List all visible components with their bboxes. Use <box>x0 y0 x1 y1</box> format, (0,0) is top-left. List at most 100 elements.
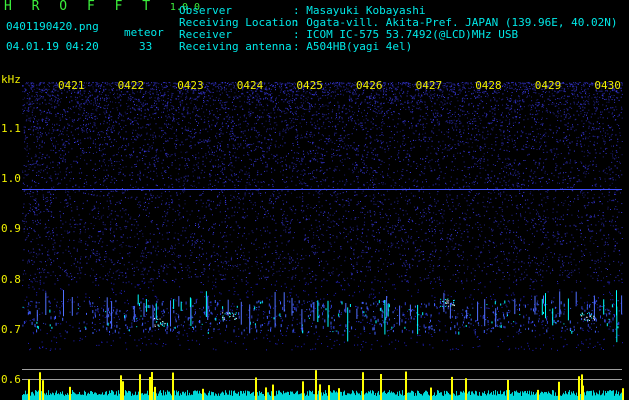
activity-bar <box>50 393 51 400</box>
carrier-line <box>22 189 622 190</box>
activity-bar <box>434 392 435 400</box>
activity-bar <box>158 393 159 400</box>
filename: 0401190420.png <box>6 20 99 33</box>
activity-bar <box>461 391 462 400</box>
activity-bar <box>111 390 112 400</box>
activity-bar <box>500 390 501 400</box>
activity-bar <box>460 391 461 400</box>
activity-bar <box>495 390 496 400</box>
y-tick-label: 1.1 <box>1 122 21 135</box>
meteor-label: meteor <box>124 26 164 39</box>
activity-bar <box>232 395 233 400</box>
activity-bar <box>310 391 311 400</box>
activity-bar <box>96 393 97 400</box>
activity-bar <box>148 395 149 400</box>
activity-bar <box>188 395 189 400</box>
meteor-echo <box>106 297 108 326</box>
activity-bar <box>595 395 596 400</box>
activity-bar <box>289 395 290 400</box>
y-tick-label: 0.8 <box>1 273 21 286</box>
activity-bar <box>33 393 34 400</box>
activity-bar <box>127 392 128 400</box>
activity-bar <box>22 395 23 400</box>
activity-bar <box>253 391 254 400</box>
activity-bar <box>467 393 468 400</box>
meteor-echo <box>443 292 445 313</box>
activity-bar <box>475 390 476 400</box>
activity-bar <box>101 394 102 400</box>
activity-bar <box>61 393 62 400</box>
activity-bar <box>547 393 548 400</box>
activity-bar <box>237 393 238 400</box>
activity-bar <box>201 393 202 400</box>
activity-bar <box>502 393 503 400</box>
activity-bar <box>136 395 137 400</box>
activity-bar <box>509 390 510 400</box>
activity-bar <box>244 393 245 400</box>
activity-bar <box>482 392 483 400</box>
activity-bar <box>608 391 609 400</box>
activity-bar <box>243 391 244 400</box>
meteor-echo <box>36 309 38 322</box>
activity-bar <box>322 395 323 400</box>
activity-bar <box>283 390 284 400</box>
meteor-echo <box>111 301 113 329</box>
activity-bar <box>486 395 487 400</box>
activity-bar <box>394 393 395 400</box>
activity-bar <box>165 391 166 400</box>
activity-bar <box>621 392 622 400</box>
activity-bar <box>527 390 528 400</box>
activity-bar <box>98 394 99 400</box>
activity-bar <box>462 392 463 400</box>
activity-bar <box>584 392 585 400</box>
activity-bar <box>377 392 378 400</box>
activity-bar <box>399 390 400 400</box>
activity-bar <box>478 395 479 400</box>
activity-bar <box>596 392 597 400</box>
activity-bar <box>214 395 215 400</box>
activity-bar <box>427 391 428 400</box>
activity-bar <box>269 394 270 400</box>
activity-bar <box>32 391 33 400</box>
ping-bar <box>149 377 151 400</box>
activity-bar <box>454 394 455 400</box>
activity-bar <box>197 390 198 400</box>
activity-bar <box>226 392 227 400</box>
activity-bar <box>340 391 341 400</box>
activity-bar <box>211 391 212 400</box>
activity-bar <box>541 391 542 400</box>
activity-bar <box>268 392 269 400</box>
activity-bar <box>181 394 182 400</box>
activity-bar <box>564 394 565 400</box>
activity-bar <box>53 393 54 400</box>
activity-bar <box>276 390 277 400</box>
meteor-echo <box>152 306 154 328</box>
activity-bar <box>72 390 73 400</box>
activity-bar <box>171 395 172 400</box>
activity-bar <box>437 390 438 400</box>
activity-bar <box>470 394 471 400</box>
activity-bar <box>295 392 296 400</box>
activity-bar <box>132 393 133 400</box>
activity-bar <box>341 391 342 400</box>
activity-bar <box>357 392 358 400</box>
ping-bar <box>405 371 407 400</box>
ping-bar <box>139 374 141 400</box>
activity-bar <box>317 394 318 400</box>
meteor-echo <box>552 308 554 326</box>
activity-bar <box>24 394 25 400</box>
activity-bar <box>82 394 83 400</box>
activity-bar <box>598 394 599 400</box>
activity-bar <box>26 394 27 400</box>
activity-bar <box>213 392 214 400</box>
activity-bar <box>494 394 495 400</box>
activity-bar <box>143 394 144 400</box>
activity-bar <box>129 391 130 400</box>
activity-bar <box>220 393 221 400</box>
activity-bar <box>620 393 621 400</box>
activity-bar <box>278 390 279 400</box>
activity-bar <box>525 390 526 400</box>
activity-bar <box>513 395 514 400</box>
meteor-echo <box>484 299 486 327</box>
activity-bar <box>616 390 617 400</box>
